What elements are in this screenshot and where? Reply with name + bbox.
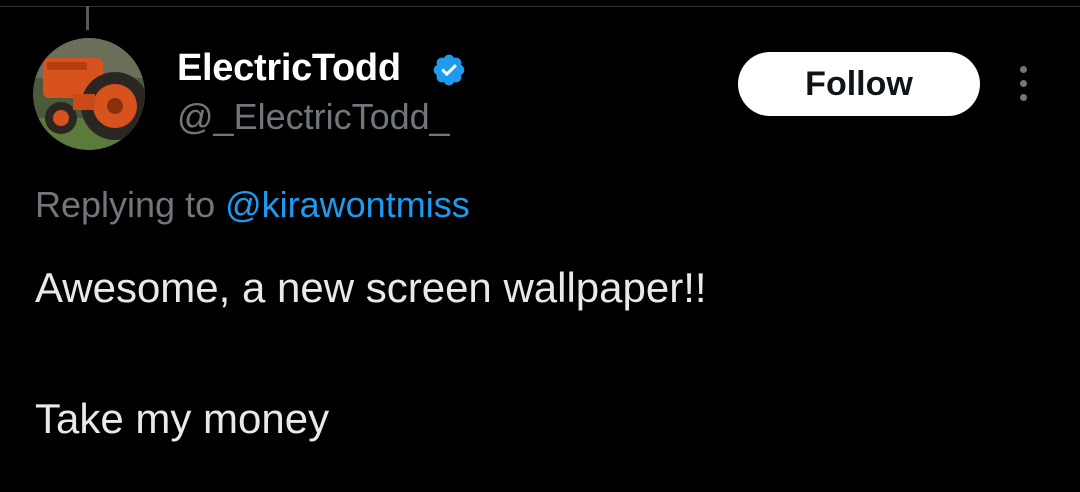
replying-to-label: Replying to: [35, 184, 226, 225]
avatar[interactable]: [33, 38, 145, 150]
replying-to-line: Replying to @kirawontmiss: [35, 184, 470, 226]
top-divider: [0, 6, 1080, 7]
follow-button[interactable]: Follow: [738, 52, 980, 116]
tweet-text-line: Awesome, a new screen wallpaper!!: [35, 264, 707, 311]
reply-mention-link[interactable]: @kirawontmiss: [225, 184, 470, 225]
tweet-text-line: Take my money: [35, 395, 330, 442]
verified-badge-icon: [433, 54, 465, 86]
thread-connector-line: [86, 6, 89, 30]
author-name[interactable]: ElectricTodd: [177, 46, 401, 90]
author-handle[interactable]: @_ElectricTodd_: [177, 96, 450, 138]
avatar-tractor-image: [33, 38, 145, 150]
more-vertical-icon[interactable]: [1010, 64, 1038, 104]
